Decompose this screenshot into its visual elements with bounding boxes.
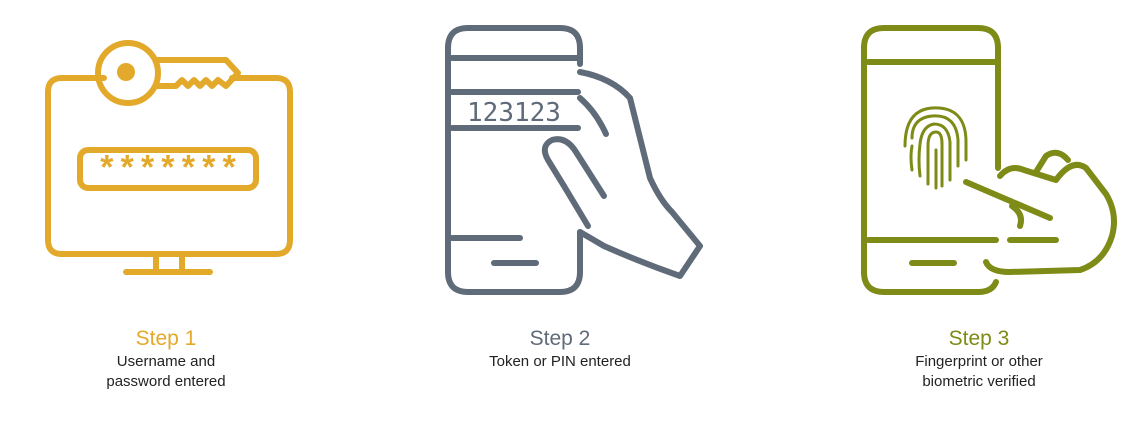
pointing-hand <box>963 149 1117 275</box>
step-1-caption: Step 1 Username and password entered <box>16 326 316 392</box>
step-2-caption: Step 2 Token or PIN entered <box>410 326 710 372</box>
step-3-desc-line1: Fingerprint or other <box>915 353 1043 370</box>
step-2-desc-line1: Token or PIN entered <box>489 353 631 370</box>
fingerprint-icon <box>903 106 968 190</box>
phone-body-3 <box>861 25 1001 295</box>
step-2-title: Step 2 <box>529 327 591 350</box>
step-1-desc-line2: password entered <box>106 373 226 390</box>
step-3-desc-line2: biometric verified <box>922 373 1036 390</box>
mfa-steps-diagram: ******* 123123 Step 1 Username and passw… <box>0 0 1144 440</box>
step-1-title: Step 1 <box>135 327 197 350</box>
step-1-desc-line1: Username and <box>116 353 216 370</box>
step-3-title: Step 3 <box>948 327 1010 350</box>
step-3-caption: Step 3 Fingerprint or other biometric ve… <box>829 326 1129 392</box>
